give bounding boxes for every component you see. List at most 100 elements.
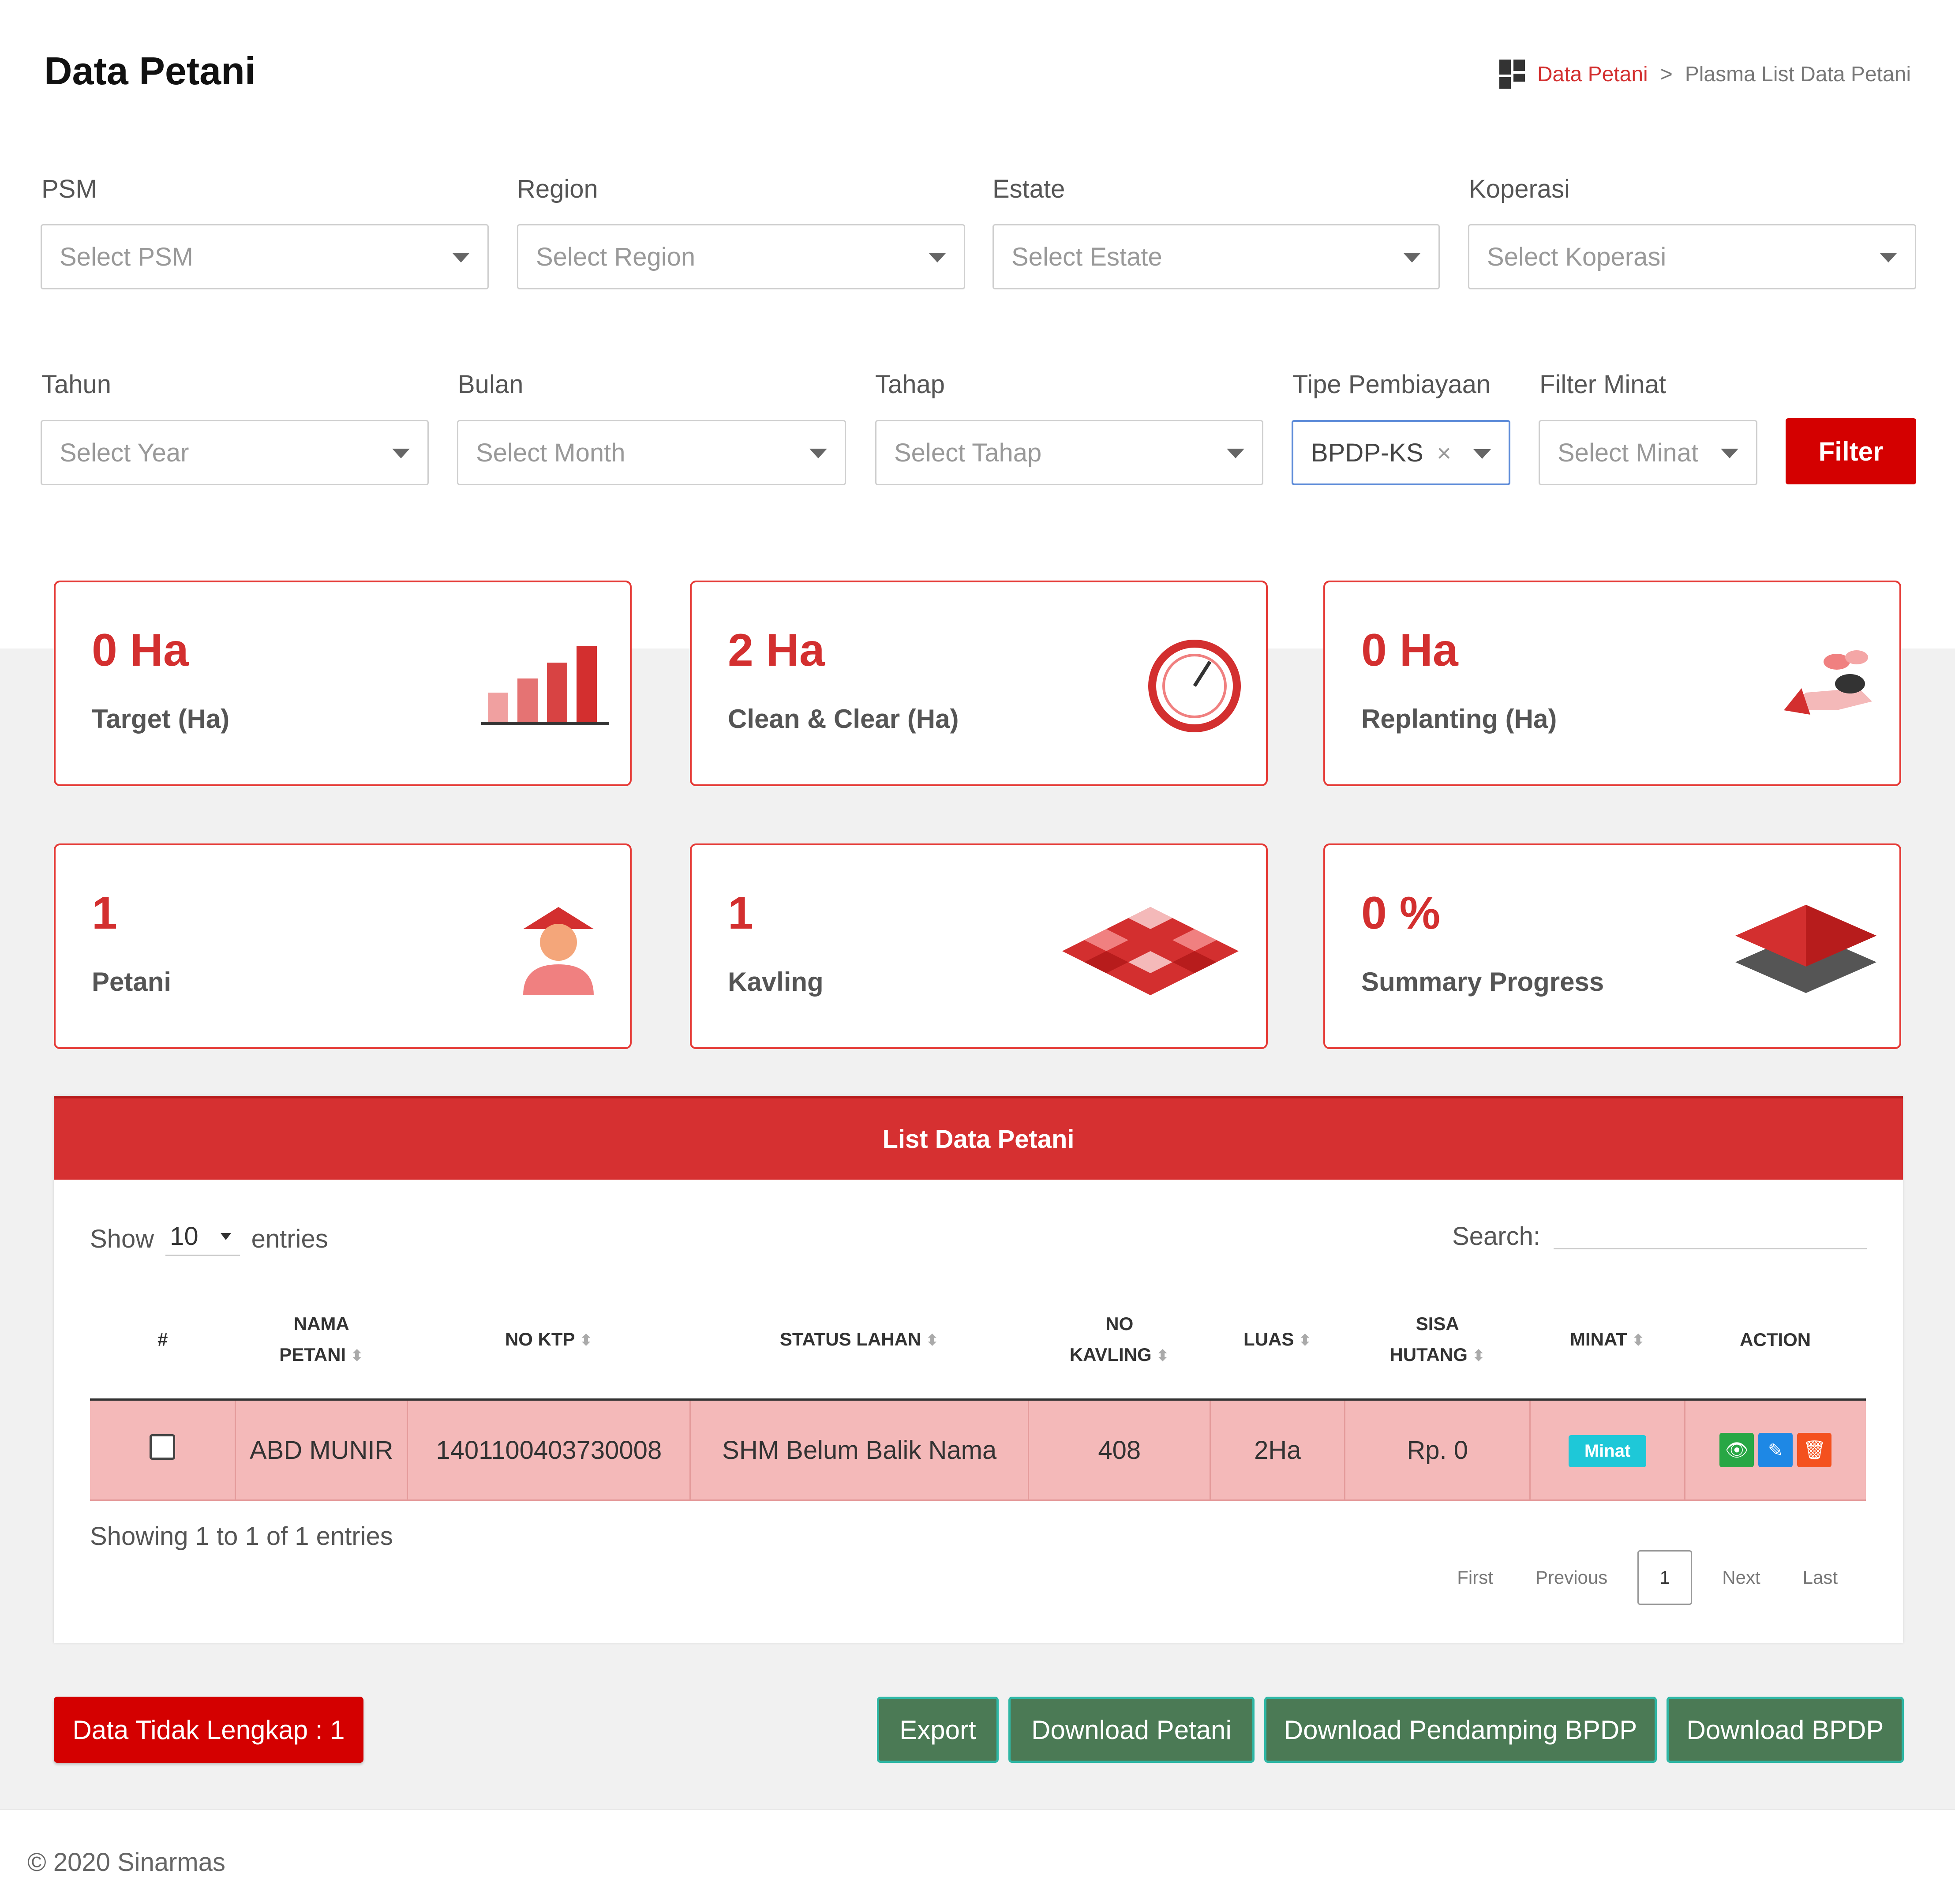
card-clean-label: Clean & Clear (Ha) — [728, 704, 959, 734]
sort-icon: ⬍ — [350, 1346, 364, 1364]
card-clean-value: 2 Ha — [728, 625, 825, 676]
farmer-icon — [523, 907, 594, 995]
download-pendamping-bpdp-button[interactable]: Download Pendamping BPDP — [1264, 1697, 1657, 1763]
col-no-ktp[interactable]: NO KTP ⬍ — [407, 1281, 690, 1401]
export-button[interactable]: Export — [877, 1697, 999, 1763]
chevron-down-icon — [1880, 253, 1897, 262]
col-no-kavling[interactable]: NO KAVLING ⬍ — [1028, 1281, 1210, 1401]
view-icon[interactable]: 👁 — [1719, 1433, 1754, 1468]
chevron-down-icon — [452, 253, 470, 262]
chevron-down-icon — [929, 253, 946, 262]
pager-next[interactable]: Next — [1701, 1567, 1781, 1588]
month-select[interactable]: Select Month — [457, 420, 846, 485]
chevron-down-icon — [392, 449, 410, 458]
chevron-down-icon — [1473, 449, 1491, 459]
show-label: Show — [90, 1224, 154, 1253]
table-info: Showing 1 to 1 of 1 entries — [90, 1522, 393, 1551]
download-bpdp-button[interactable]: Download BPDP — [1667, 1697, 1904, 1763]
data-table: # NAMA PETANI ⬍ NO KTP ⬍ STATUS LAHAN ⬍ NO KA… — [90, 1281, 1866, 1501]
card-petani: 1 Petani — [54, 843, 632, 1049]
search-input[interactable] — [1554, 1222, 1867, 1249]
sort-icon: ⬍ — [1156, 1346, 1169, 1364]
year-placeholder: Select Year — [60, 438, 189, 467]
region-label: Region — [517, 175, 598, 203]
filter-minat-label: Filter Minat — [1539, 370, 1666, 399]
month-placeholder: Select Month — [476, 438, 625, 467]
entries-label: entries — [251, 1224, 328, 1253]
filter-button[interactable]: Filter — [1786, 418, 1916, 484]
chevron-down-icon — [809, 449, 827, 458]
pager-previous[interactable]: Previous — [1514, 1567, 1629, 1588]
search-label: Search: — [1452, 1222, 1540, 1251]
cell-luas: 2Ha — [1210, 1399, 1346, 1501]
edit-icon[interactable]: ✎ — [1758, 1433, 1793, 1468]
cell-status: SHM Belum Balik Nama — [690, 1399, 1030, 1501]
delete-icon[interactable]: 🗑 — [1797, 1433, 1832, 1468]
col-status-lahan[interactable]: STATUS LAHAN ⬍ — [690, 1281, 1029, 1401]
caret-down-icon — [220, 1233, 231, 1240]
bar-chart-icon — [481, 646, 609, 725]
card-progress-label: Summary Progress — [1361, 967, 1604, 997]
card-replanting-label: Replanting (Ha) — [1361, 704, 1557, 734]
col-nama-petani[interactable]: NAMA PETANI ⬍ — [235, 1281, 408, 1401]
pager-last[interactable]: Last — [1782, 1567, 1859, 1588]
footer-divider — [0, 1809, 1955, 1810]
table-row: ABD MUNIR 1401100403730008 SHM Belum Bal… — [90, 1399, 1866, 1501]
clear-icon[interactable]: × — [1437, 439, 1451, 467]
chevron-down-icon — [1721, 449, 1738, 458]
chevron-down-icon — [1403, 253, 1421, 262]
card-target-value: 0 Ha — [92, 625, 189, 676]
entries-length-select[interactable]: 10 — [165, 1222, 240, 1256]
card-petani-value: 1 — [92, 888, 117, 939]
breadcrumb: Data Petani > Plasma List Data Petani — [1499, 60, 1911, 89]
card-progress-value: 0 % — [1361, 888, 1441, 939]
pager-first[interactable]: First — [1436, 1567, 1514, 1588]
tipe-pembiayaan-value: BPDP-KS — [1311, 438, 1423, 467]
data-tidak-lengkap-button[interactable]: Data Tidak Lengkap : 1 — [54, 1697, 363, 1763]
sort-icon: ⬍ — [1472, 1346, 1486, 1364]
minat-placeholder: Select Minat — [1558, 438, 1699, 467]
pager-current-page[interactable]: 1 — [1637, 1550, 1693, 1605]
cell-minat: Minat — [1530, 1399, 1685, 1501]
tipe-pembiayaan-select[interactable]: BPDP-KS × — [1292, 420, 1510, 485]
col-luas[interactable]: LUAS ⬍ — [1210, 1281, 1345, 1401]
psm-placeholder: Select PSM — [60, 242, 193, 271]
breadcrumb-current: Plasma List Data Petani — [1685, 62, 1911, 86]
estate-placeholder: Select Estate — [1011, 242, 1162, 271]
breadcrumb-home-link[interactable]: Data Petani — [1537, 62, 1648, 86]
row-checkbox-cell — [90, 1399, 236, 1501]
minat-select[interactable]: Select Minat — [1539, 420, 1757, 485]
card-target-label: Target (Ha) — [92, 704, 230, 734]
layers-icon — [1735, 905, 1876, 993]
cell-ktp: 1401100403730008 — [407, 1399, 691, 1501]
dashboard-icon — [1499, 60, 1525, 89]
card-replanting: 0 Ha Replanting (Ha) — [1323, 581, 1901, 786]
estate-select[interactable]: Select Estate — [992, 224, 1440, 289]
koperasi-label: Koperasi — [1469, 175, 1570, 203]
koperasi-select[interactable]: Select Koperasi — [1468, 224, 1916, 289]
koperasi-placeholder: Select Koperasi — [1487, 242, 1667, 271]
card-target: 0 Ha Target (Ha) — [54, 581, 632, 786]
minat-badge: Minat — [1568, 1435, 1647, 1467]
row-checkbox[interactable] — [150, 1434, 176, 1460]
region-select[interactable]: Select Region — [517, 224, 965, 289]
download-petani-button[interactable]: Download Petani — [1008, 1697, 1255, 1763]
sort-icon: ⬍ — [579, 1331, 593, 1349]
page-title: Data Petani — [44, 49, 256, 93]
col-minat[interactable]: MINAT ⬍ — [1530, 1281, 1685, 1401]
cell-kavling: 408 — [1028, 1399, 1211, 1501]
col-number: # — [90, 1281, 236, 1401]
year-select[interactable]: Select Year — [41, 420, 429, 485]
footer-copyright: © 2020 Sinarmas — [27, 1848, 225, 1877]
cell-hutang: Rp. 0 — [1345, 1399, 1531, 1501]
card-clean-clear: 2 Ha Clean & Clear (Ha) — [690, 581, 1268, 786]
bulan-label: Bulan — [458, 370, 524, 399]
tahap-select[interactable]: Select Tahap — [875, 420, 1263, 485]
sort-icon: ⬍ — [1631, 1331, 1645, 1349]
psm-select[interactable]: Select PSM — [41, 224, 489, 289]
plant-hand-icon — [1784, 650, 1872, 715]
tahap-label: Tahap — [875, 370, 945, 399]
chevron-down-icon — [1227, 449, 1244, 458]
plots-icon — [1062, 907, 1239, 995]
col-sisa-hutang[interactable]: SISA HUTANG ⬍ — [1345, 1281, 1530, 1401]
